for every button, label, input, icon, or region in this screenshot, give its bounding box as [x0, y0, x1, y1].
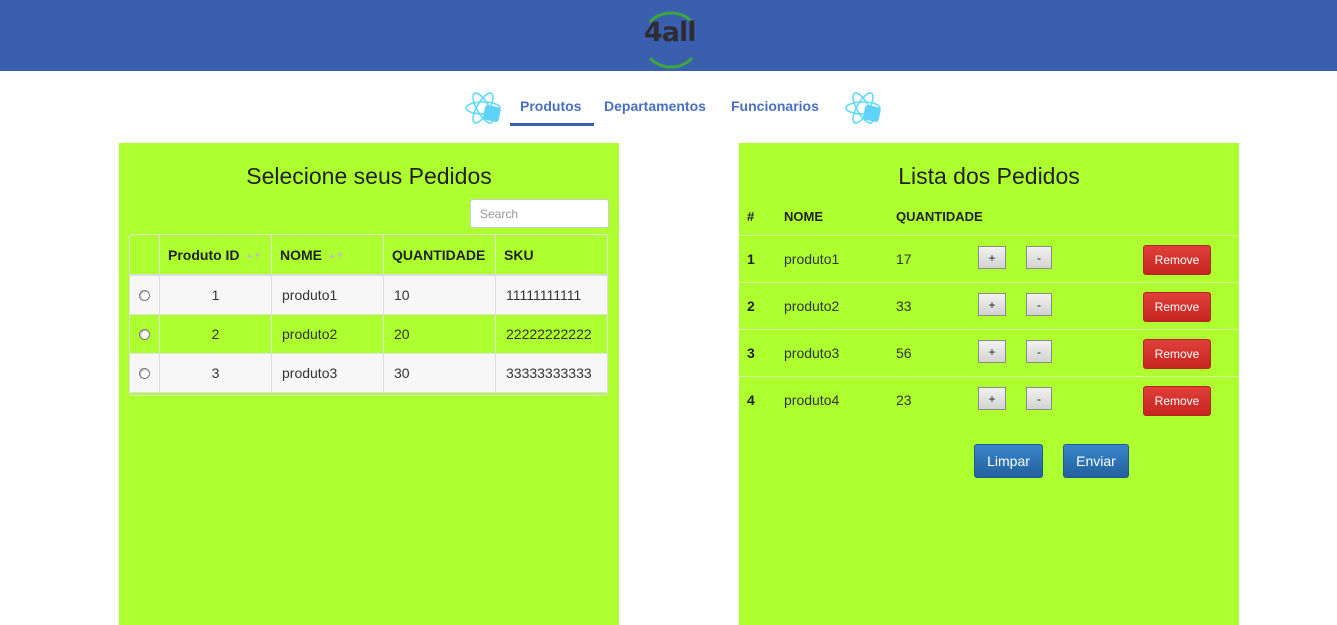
cell-produto-id: 2	[160, 315, 272, 353]
order-number: 4	[747, 392, 755, 408]
column-header-sku: SKU	[496, 235, 607, 274]
increment-button[interactable]: +	[978, 246, 1006, 269]
decrement-button[interactable]: -	[1026, 387, 1052, 410]
panel-title: Selecione seus Pedidos	[246, 163, 492, 189]
cell-produto-id: 3	[160, 354, 272, 392]
row-radio-button[interactable]	[139, 328, 150, 340]
order-row: 1 produto1 17 + - Remove	[739, 235, 1239, 282]
sort-icon[interactable]: ▲▼	[246, 251, 262, 260]
panel-title: Lista dos Pedidos	[898, 163, 1080, 189]
main-nav: Produtos Departamentos Funcionarios	[0, 88, 1337, 128]
active-tab-indicator	[510, 123, 594, 126]
order-row: 4 produto4 23 + - Remove	[739, 376, 1239, 423]
select-column-header	[130, 235, 160, 274]
increment-button[interactable]: +	[978, 293, 1006, 316]
cell-nome: produto2	[272, 315, 384, 353]
column-header-label: Produto ID	[168, 246, 240, 263]
decrement-button[interactable]: -	[1026, 340, 1052, 363]
cell-sku: 22222222222	[506, 326, 592, 342]
product-selection-panel: Selecione seus Pedidos Produto ID ▲▼ NOME…	[119, 143, 619, 625]
nav-tab-produtos[interactable]: Produtos	[520, 98, 581, 114]
increment-button[interactable]: +	[978, 387, 1006, 410]
column-header-quantidade: QUANTIDADE	[384, 235, 496, 274]
cell-sku: 11111111111	[506, 287, 582, 303]
search-input[interactable]	[470, 199, 609, 228]
increment-button[interactable]: +	[978, 340, 1006, 363]
cell-sku: 33333333333	[506, 365, 592, 381]
column-header-number: #	[747, 209, 755, 224]
order-quantidade: 33	[896, 298, 912, 314]
order-nome: produto2	[784, 298, 840, 314]
react-logo-icon	[465, 92, 501, 124]
sort-icon[interactable]: ▲▼	[328, 251, 344, 260]
column-header-quantidade: QUANTIDADE	[896, 209, 983, 224]
cell-nome: produto1	[272, 276, 384, 314]
clear-button[interactable]: Limpar	[974, 444, 1043, 478]
table-row[interactable]: 1 produto1 10 11111111111	[130, 276, 607, 315]
remove-button[interactable]: Remove	[1143, 292, 1211, 322]
remove-button[interactable]: Remove	[1143, 386, 1211, 416]
order-quantidade: 17	[896, 251, 912, 267]
nav-tab-departamentos[interactable]: Departamentos	[604, 98, 706, 114]
order-row: 3 produto3 56 + - Remove	[739, 329, 1239, 376]
nav-tab-funcionarios[interactable]: Funcionarios	[731, 98, 819, 114]
order-number: 3	[747, 345, 755, 361]
decrement-button[interactable]: -	[1026, 293, 1052, 316]
order-table-header: # NOME QUANTIDADE	[739, 209, 1239, 235]
decrement-button[interactable]: -	[1026, 246, 1052, 269]
order-row: 2 produto2 33 + - Remove	[739, 282, 1239, 329]
cell-nome: produto3	[272, 354, 384, 392]
table-header-row: Produto ID ▲▼ NOME ▲▼ QUANTIDADE SKU	[130, 235, 607, 276]
order-quantidade: 56	[896, 345, 912, 361]
order-number: 2	[747, 298, 755, 314]
column-header-nome: NOME	[784, 209, 823, 224]
column-header-label: QUANTIDADE	[392, 246, 486, 263]
table-row[interactable]: 2 produto2 20 22222222222	[130, 315, 607, 354]
remove-button[interactable]: Remove	[1143, 245, 1211, 275]
react-logo-icon	[845, 92, 881, 124]
column-header-nome[interactable]: NOME ▲▼	[272, 235, 384, 274]
brand-logo[interactable]: 4all	[638, 0, 704, 71]
table-row[interactable]: 3 produto3 30 33333333333	[130, 354, 607, 393]
top-header-bar: 4all	[0, 0, 1337, 71]
column-header-produto-id[interactable]: Produto ID ▲▼	[160, 235, 272, 274]
cell-quantidade: 30	[384, 354, 496, 392]
row-select-cell	[130, 315, 160, 353]
cell-quantidade: 10	[384, 276, 496, 314]
column-header-label: SKU	[504, 246, 534, 263]
order-number: 1	[747, 251, 755, 267]
row-select-cell	[130, 354, 160, 392]
row-select-cell	[130, 276, 160, 314]
order-nome: produto1	[784, 251, 840, 267]
product-table: Produto ID ▲▼ NOME ▲▼ QUANTIDADE SKU 1 pro…	[129, 234, 608, 396]
send-button[interactable]: Enviar	[1063, 444, 1129, 478]
remove-button[interactable]: Remove	[1143, 339, 1211, 369]
row-radio-button[interactable]	[139, 367, 150, 379]
cell-quantidade: 20	[384, 315, 496, 353]
order-quantidade: 23	[896, 392, 912, 408]
order-nome: produto4	[784, 392, 840, 408]
cell-produto-id: 1	[160, 276, 272, 314]
row-radio-button[interactable]	[139, 289, 150, 301]
logo-text: 4all	[644, 17, 697, 48]
column-header-label: NOME	[280, 246, 322, 263]
order-list-panel: Lista dos Pedidos # NOME QUANTIDADE 1 pr…	[739, 143, 1239, 625]
order-nome: produto3	[784, 345, 840, 361]
